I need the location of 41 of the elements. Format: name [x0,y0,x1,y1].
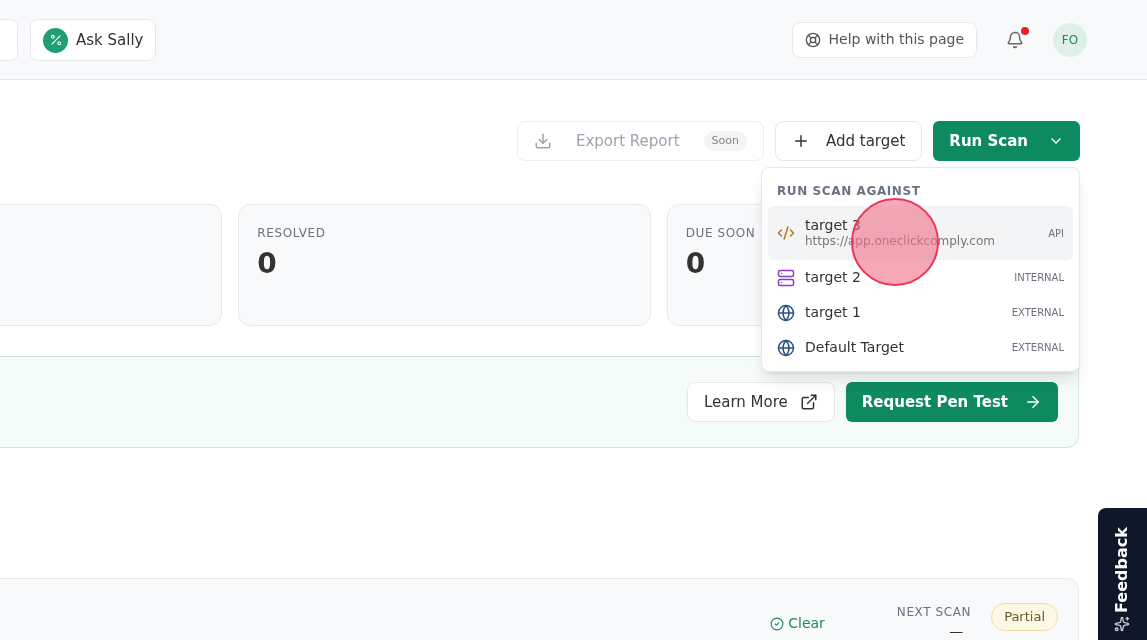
learn-more-button[interactable]: Learn More [686,382,835,422]
target-menu-item[interactable]: target 2 INTERNAL [768,260,1073,295]
next-scan-value: — [949,622,964,640]
globe-icon [777,303,795,322]
sparkle-icon [1114,616,1130,632]
feedback-tab[interactable]: Feedback [1098,508,1147,640]
external-link-icon [799,393,818,411]
status-text: Clear [770,613,825,634]
target-type: EXTERNAL [1011,341,1064,355]
globe-icon [777,338,795,357]
server-icon [777,268,795,287]
bell-icon [1006,30,1024,49]
code-icon [777,224,795,242]
next-scan-label: NEXT SCAN [896,604,972,621]
target-menu-item[interactable]: Default Target EXTERNAL [768,330,1073,365]
arrow-right-icon [1024,393,1042,411]
stat-label: DUE SOON [685,225,756,242]
feedback-label: Feedback [1111,527,1132,613]
target-type: API [1048,226,1064,241]
assistant-button[interactable]: Ask Sally [30,19,157,61]
run-scan-button[interactable]: Run Scan [933,121,1080,161]
download-icon [533,132,552,150]
target-name: Default Target [805,338,904,357]
help-button[interactable]: Help with this page [791,21,977,58]
add-target-button[interactable]: Add target [774,121,923,161]
stat-value: 0 [257,246,277,281]
menu-heading: RUN SCAN AGAINST [776,183,922,200]
stat-label: RESOLVED [257,225,326,242]
target-menu-item[interactable]: target 1 EXTERNAL [768,295,1073,330]
partial-badge: Partial [991,603,1058,631]
target-type: INTERNAL [1014,271,1064,285]
soon-badge: Soon [703,130,747,152]
assistant-icon [43,27,68,53]
target-type: EXTERNAL [1011,306,1064,320]
target-name: target 2 [805,268,861,287]
lifebuoy-icon [804,31,821,48]
stat-value: 0 [685,246,706,281]
target-name: target 1 [805,303,861,322]
check-circle-icon [770,616,785,631]
user-avatar[interactable]: FO [1053,22,1087,57]
request-pen-test-button[interactable]: Request Pen Test [845,382,1058,422]
